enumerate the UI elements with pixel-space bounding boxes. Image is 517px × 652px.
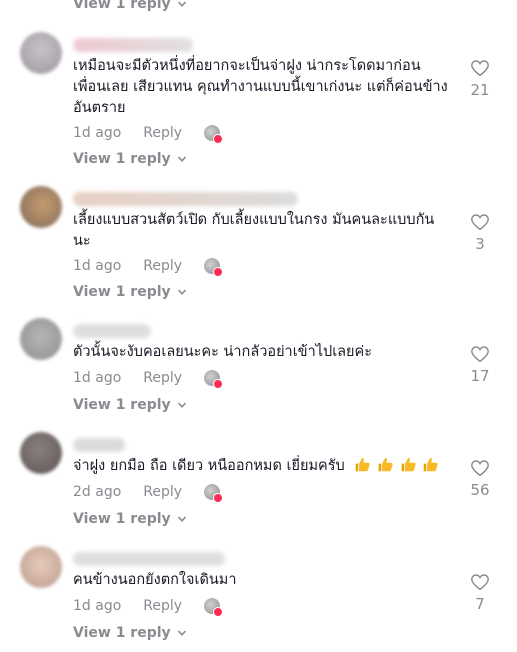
thumbs-up-emoji (401, 458, 416, 472)
reply-button[interactable]: Reply (143, 370, 182, 386)
like-count: 17 (470, 367, 490, 385)
view-replies-label: View 1 reply (73, 625, 171, 641)
heart-outline-icon (471, 214, 489, 231)
avatar[interactable] (20, 546, 62, 588)
author-badge-icon (204, 258, 224, 277)
comment-time: 2d ago (73, 484, 122, 500)
comment-time: 1d ago (73, 125, 122, 141)
comment-time: 1d ago (73, 258, 122, 274)
view-replies-button[interactable]: View 1 reply (73, 0, 187, 12)
avatar[interactable] (20, 318, 62, 360)
heart-outline-icon (471, 346, 489, 363)
heart-outline-icon (471, 60, 489, 77)
heart-outline-icon (471, 574, 489, 591)
thumbs-up-emoji (378, 458, 393, 472)
thumbs-up-emoji (356, 458, 370, 472)
like-count: 3 (475, 235, 485, 253)
thumbs-up-emoji (423, 458, 438, 472)
reply-button[interactable]: Reply (143, 484, 182, 500)
author-badge-icon (204, 370, 224, 389)
like-button[interactable] (466, 345, 494, 363)
comment-text-content: จ่าฝูง ยกมือ ถือ เดียว หนืออกหมด เยี่ยมค… (73, 458, 345, 474)
view-replies-label: View 1 reply (73, 397, 171, 413)
author-badge-icon (204, 484, 224, 503)
view-replies-label: View 1 reply (73, 284, 171, 300)
view-replies-label: View 1 reply (73, 511, 171, 527)
view-replies-button[interactable]: View 1 reply (73, 397, 187, 413)
view-replies-button[interactable]: View 1 reply (73, 511, 187, 527)
commenter-name-blurred[interactable] (73, 38, 193, 52)
comment-meta: 1d ago Reply (73, 258, 224, 277)
comment-meta: 1d ago Reply (73, 598, 224, 617)
chevron-down-icon (177, 402, 186, 408)
avatar[interactable] (20, 186, 62, 228)
reply-button[interactable]: Reply (143, 598, 182, 614)
commenter-name-blurred[interactable] (73, 438, 125, 452)
chevron-down-icon (177, 516, 186, 522)
like-button[interactable] (466, 59, 494, 77)
view-replies-button[interactable]: View 1 reply (73, 625, 187, 641)
like-button[interactable] (466, 213, 494, 231)
heart-outline-icon (471, 460, 489, 477)
view-replies-label: View 1 reply (73, 0, 171, 12)
chevron-down-icon (177, 156, 186, 162)
like-count: 56 (470, 481, 490, 499)
avatar[interactable] (20, 432, 62, 474)
like-button[interactable] (466, 573, 494, 591)
chevron-down-icon (177, 630, 186, 636)
author-badge-icon (204, 598, 224, 617)
comment-text: จ่าฝูง ยกมือ ถือ เดียว หนืออกหมด เยี่ยมค… (73, 456, 473, 477)
comment-time: 1d ago (73, 370, 122, 386)
comment-text: ตัวนั้นจะงับคอเลยนะคะ น่ากลัวอย่าเข้าไปเ… (73, 344, 373, 360)
comment-text: เลี้ยงแบบสวนสัตว์เปิด กับเลี้ยงแบบในกรง … (73, 212, 435, 249)
view-replies-button[interactable]: View 1 reply (73, 284, 187, 300)
avatar[interactable] (20, 32, 62, 74)
commenter-name-blurred[interactable] (73, 192, 298, 206)
like-count: 21 (470, 81, 490, 99)
comment-time: 1d ago (73, 598, 122, 614)
view-replies-button[interactable]: View 1 reply (73, 151, 187, 167)
view-replies-label: View 1 reply (73, 151, 171, 167)
comment-text: คนข้างนอกยังตกใจเดินมา (73, 572, 237, 588)
comment-meta: 1d ago Reply (73, 370, 224, 389)
comment-meta: 2d ago Reply (73, 484, 224, 503)
chevron-down-icon (177, 1, 186, 7)
chevron-down-icon (177, 289, 186, 295)
commenter-name-blurred[interactable] (73, 552, 225, 566)
like-button[interactable] (466, 459, 494, 477)
commenter-name-blurred[interactable] (73, 324, 151, 338)
author-badge-icon (204, 125, 224, 144)
comment-text: เหมือนจะมีตัวหนึ่งที่อยากจะเป็นจ่าฝูง น่… (73, 58, 448, 116)
thumbs-up-emoji-group (353, 458, 439, 474)
reply-button[interactable]: Reply (143, 125, 182, 141)
comment-meta: 1d ago Reply (73, 125, 224, 144)
reply-button[interactable]: Reply (143, 258, 182, 274)
like-count: 7 (475, 595, 485, 613)
